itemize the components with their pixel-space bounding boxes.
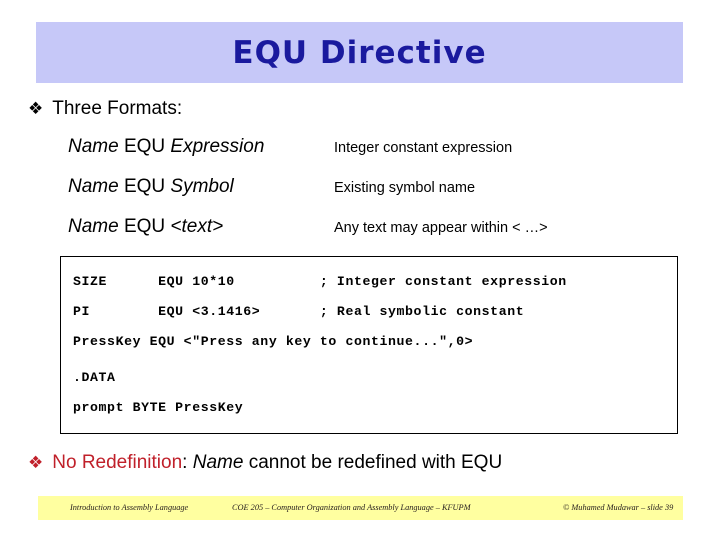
format-keyword: EQU bbox=[118, 216, 171, 237]
code-line: .DATA bbox=[73, 370, 116, 385]
no-redefinition-name-term: Name bbox=[192, 452, 244, 473]
format-syntax: Name EQU Expression bbox=[68, 136, 334, 158]
footer-course-code: COE 205 – Computer Organization and Asse… bbox=[232, 503, 471, 512]
no-redefinition-label: No Redefinition bbox=[52, 452, 183, 473]
format-keyword: EQU bbox=[118, 136, 171, 157]
slide-title-band: EQU Directive bbox=[36, 22, 683, 83]
format-description: Any text may appear within < …> bbox=[334, 220, 548, 236]
format-row: Name EQU <text> Any text may appear with… bbox=[68, 216, 548, 238]
code-line: PI EQU <3.1416> ; Real symbolic constant bbox=[73, 304, 525, 319]
no-redefinition-suffix: cannot be redefined with EQU bbox=[243, 452, 503, 473]
format-syntax: Name EQU Symbol bbox=[68, 176, 334, 198]
bullet-three-formats-label: Three Formats: bbox=[52, 98, 183, 119]
format-row: Name EQU Symbol Existing symbol name bbox=[68, 176, 475, 198]
footer-copyright-slide-number: © Muhamed Mudawar – slide 39 bbox=[563, 503, 674, 512]
code-line: SIZE EQU 10*10 ; Integer constant expres… bbox=[73, 274, 567, 289]
code-line: PressKey EQU <"Press any key to continue… bbox=[73, 334, 474, 349]
code-example-box: SIZE EQU 10*10 ; Integer constant expres… bbox=[60, 256, 678, 434]
bullet-three-formats: ❖ Three Formats: bbox=[28, 98, 182, 120]
diamond-bullet-icon: ❖ bbox=[28, 99, 44, 119]
format-syntax: Name EQU <text> bbox=[68, 216, 334, 238]
no-redefinition-colon: : bbox=[182, 452, 193, 473]
format-name: Name bbox=[68, 176, 119, 197]
slide-canvas: EQU Directive ❖ Three Formats: Name EQU … bbox=[0, 0, 720, 540]
format-name: Name bbox=[68, 216, 119, 237]
format-row: Name EQU Expression Integer constant exp… bbox=[68, 136, 512, 158]
format-operand: Expression bbox=[170, 136, 265, 157]
format-operand: <text> bbox=[170, 216, 224, 237]
code-line: prompt BYTE PressKey bbox=[73, 400, 244, 415]
format-name: Name bbox=[68, 136, 119, 157]
format-operand: Symbol bbox=[170, 176, 234, 197]
format-description: Existing symbol name bbox=[334, 180, 476, 196]
page-title: EQU Directive bbox=[232, 34, 487, 71]
format-keyword: EQU bbox=[118, 176, 171, 197]
footer-band: Introduction to Assembly Language COE 20… bbox=[38, 496, 683, 520]
footer-course-title: Introduction to Assembly Language bbox=[70, 503, 189, 512]
bullet-no-redefinition: ❖ No Redefinition: Name cannot be redefi… bbox=[28, 452, 502, 474]
format-description: Integer constant expression bbox=[334, 140, 513, 156]
diamond-bullet-icon: ❖ bbox=[28, 453, 44, 473]
bullet-no-redefinition-content: No Redefinition: Name cannot be redefine… bbox=[52, 452, 502, 474]
